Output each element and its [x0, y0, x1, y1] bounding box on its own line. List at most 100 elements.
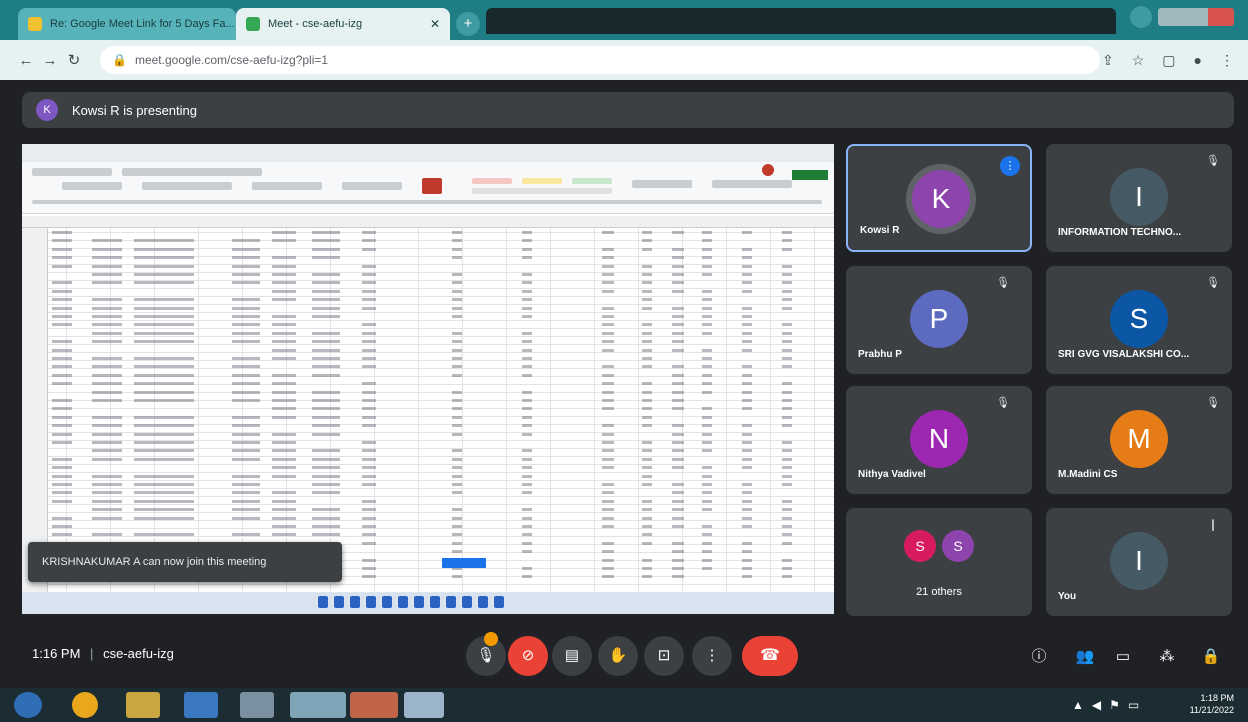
participant-avatar: I: [1110, 532, 1168, 590]
cell-text: [602, 231, 614, 234]
cell-text: [312, 483, 340, 486]
cell-text: [702, 550, 712, 554]
cell-text: [782, 365, 792, 369]
info-button[interactable]: ⓘ: [1026, 644, 1052, 670]
cell-text: [52, 306, 72, 310]
cell-text: [642, 516, 652, 520]
cell-text: [272, 298, 296, 302]
cell-text: [522, 575, 532, 579]
window-controls[interactable]: [1130, 4, 1242, 30]
cell-text: [702, 415, 712, 419]
cell-text: [52, 357, 72, 360]
cell-text: [742, 348, 752, 352]
cell-text: [272, 449, 296, 453]
participant-tile[interactable]: S 🎙 SRI GVG VISALAKSHI CO...: [1046, 266, 1232, 374]
cell-text: [92, 449, 122, 453]
cell-text: [312, 231, 340, 234]
cell-text: [362, 348, 376, 352]
cell-text: [602, 373, 614, 377]
app-taskbar-icon[interactable]: [240, 692, 274, 718]
cell-text: [602, 457, 614, 461]
captions-icon: ▤: [564, 647, 580, 664]
cell-text: [362, 415, 376, 419]
others-tile[interactable]: S S 21 others: [846, 508, 1032, 616]
window-buttons[interactable]: [1158, 8, 1234, 26]
cell-text: [742, 331, 752, 335]
host-controls-button[interactable]: 🔒: [1198, 644, 1224, 670]
cell-text: [134, 474, 194, 478]
participant-tile[interactable]: P 🎙 Prabhu P: [846, 266, 1032, 374]
cell-text: [452, 491, 462, 495]
cell-text: [522, 273, 532, 276]
account-icon[interactable]: ●: [1194, 52, 1202, 68]
tab-gmail[interactable]: Re: Google Meet Link for 5 Days Fa... ✕: [18, 8, 236, 40]
new-tab-button[interactable]: +: [456, 12, 480, 36]
cell-text: [134, 357, 194, 360]
raise-hand-button[interactable]: ✋: [598, 636, 638, 676]
cell-text: [742, 491, 752, 495]
cell-text: [362, 382, 376, 386]
cell-text: [272, 340, 296, 344]
reload-icon[interactable]: ↻: [62, 51, 86, 69]
cell-text: [52, 281, 72, 285]
end-call-button[interactable]: ☎: [742, 636, 798, 676]
cell-text: [312, 432, 340, 436]
people-button[interactable]: 👥: [1072, 644, 1098, 670]
cell-text: [272, 357, 296, 360]
star-icon[interactable]: ☆: [1132, 52, 1145, 69]
cell-text: [672, 390, 684, 394]
cell-text: [702, 466, 712, 470]
cell-text: [602, 382, 614, 386]
cell-text: [522, 466, 532, 470]
clock-time: 1:18 PM: [1200, 693, 1234, 703]
cell-text: [232, 474, 260, 478]
close-icon[interactable]: ✕: [422, 17, 440, 31]
cell-text: [642, 281, 652, 285]
participant-tile[interactable]: K ⋮ Kowsi R: [846, 144, 1032, 252]
camera-button[interactable]: ⊘: [508, 636, 548, 676]
cell-text: [312, 390, 340, 394]
chrome-taskbar-icon[interactable]: [72, 692, 98, 718]
cell-text: [602, 525, 614, 528]
start-button[interactable]: [14, 692, 42, 718]
back-icon[interactable]: ←: [14, 52, 38, 69]
participant-tile[interactable]: N 🎙 Nithya Vadivel: [846, 386, 1032, 494]
tab-meet[interactable]: Meet - cse-aefu-izg ✕: [236, 8, 450, 40]
menu-icon[interactable]: ⋮: [1220, 52, 1234, 69]
chrome-window-taskbar[interactable]: [290, 692, 346, 718]
meeting-code: cse-aefu-izg: [103, 646, 174, 661]
window-taskbar-icon[interactable]: [404, 692, 444, 718]
cell-text: [702, 382, 712, 386]
forward-icon[interactable]: →: [38, 52, 62, 69]
cell-text: [452, 256, 462, 260]
self-tile[interactable]: I ❘ You: [1046, 508, 1232, 616]
cell-text: [134, 508, 194, 512]
share-icon[interactable]: ⇪: [1102, 52, 1114, 69]
taskbar-clock[interactable]: 1:18 PM 11/21/2022: [1190, 692, 1234, 716]
activities-button[interactable]: ⁂: [1154, 644, 1180, 670]
cell-text: [672, 331, 684, 335]
window-icon[interactable]: ▢: [1162, 52, 1175, 69]
address-bar[interactable]: 🔒 meet.google.com/cse-aefu-izg?pli=1: [100, 46, 1100, 74]
cell-text: [452, 357, 462, 360]
cell-text: [782, 541, 792, 545]
cell-text: [702, 474, 712, 478]
present-button[interactable]: ⊡: [644, 636, 684, 676]
profile-icon[interactable]: [1130, 6, 1152, 28]
chat-button[interactable]: ▭: [1110, 644, 1136, 670]
captions-button[interactable]: ▤: [552, 636, 592, 676]
participant-tile[interactable]: I 🎙 INFORMATION TECHNO...: [1046, 144, 1232, 252]
participant-name: You: [1058, 591, 1077, 602]
more-options-button[interactable]: ⋮: [692, 636, 732, 676]
cell-text: [452, 331, 462, 335]
explorer-taskbar-icon[interactable]: [126, 692, 160, 718]
people-icon: 👥: [1075, 648, 1095, 665]
cell-text: [232, 281, 260, 285]
cell-text: [362, 541, 376, 545]
participant-tile[interactable]: M 🎙 M.Madini CS: [1046, 386, 1232, 494]
ie-taskbar-icon[interactable]: [184, 692, 218, 718]
mic-off-icon: 🎙: [1206, 155, 1220, 167]
cell-text: [782, 466, 792, 470]
office-taskbar-icon[interactable]: [350, 692, 398, 718]
system-tray[interactable]: ▲◀⚑▭: [1072, 698, 1147, 712]
